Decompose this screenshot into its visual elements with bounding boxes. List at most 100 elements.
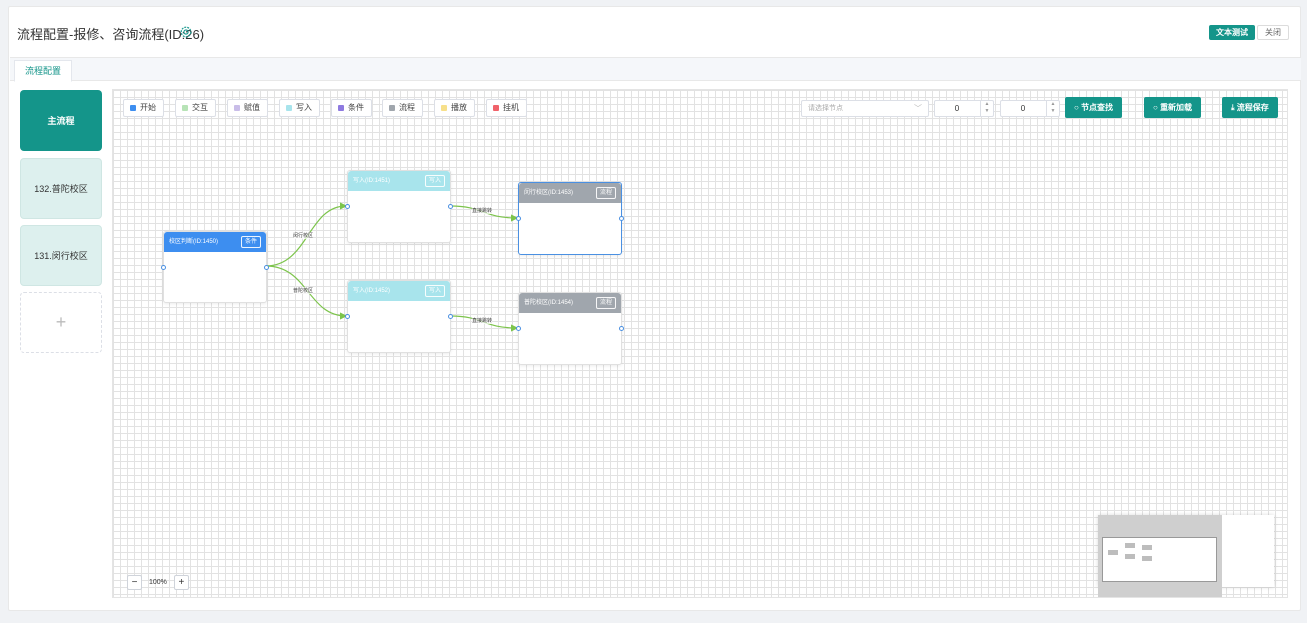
minimap-node: [1125, 554, 1135, 559]
legend-start[interactable]: 开始: [123, 99, 164, 117]
node-type-tag: 写入: [424, 175, 445, 187]
edge-label-direct-jump: 直接跳转: [472, 317, 493, 324]
legend-condition[interactable]: 条件: [331, 99, 372, 117]
process-swatch-icon: [389, 105, 395, 111]
input-port[interactable]: [516, 326, 521, 331]
flow-canvas[interactable]: 开始 交互 赋值 写入 条件 流程 播放 挂机 请选择节点 ﹀ 0 ▲ ▼ 0 ▲…: [112, 89, 1288, 598]
zoom-level: 100%: [149, 578, 167, 586]
tab-flow-config[interactable]: 流程配置: [14, 60, 73, 82]
save-flow-button[interactable]: ⤓ 流程保存: [1222, 97, 1278, 118]
flow-node-minhang-campus[interactable]: 闵行校区(ID:1453) 流程: [516, 182, 624, 255]
legend-hangup[interactable]: 挂机: [486, 99, 527, 117]
minimap-viewport[interactable]: [1098, 515, 1222, 597]
node-header: 校区判断(ID:1450) 条件: [164, 232, 266, 252]
node-select-placeholder: 请选择节点: [808, 105, 843, 112]
input-port[interactable]: [345, 204, 350, 209]
start-swatch-icon: [130, 105, 136, 111]
x-coordinate-input[interactable]: 0 ▲ ▼: [934, 100, 994, 117]
save-flow-label: 流程保存: [1236, 103, 1269, 112]
edge-label-minhang: 闵行校区: [293, 232, 314, 239]
page-header: 流程配置-报修、咨询流程(ID:26) 文本测试 关闭: [9, 7, 1300, 59]
y-value: 0: [1020, 104, 1026, 113]
flow-node-campus-condition[interactable]: 校区判断(ID:1450) 条件: [161, 231, 269, 303]
flow-node-putuo-campus[interactable]: 普陀校区(ID:1454) 流程: [516, 292, 624, 365]
legend-label: 交互: [192, 103, 208, 112]
node-title: 闵行校区(ID:1453): [524, 190, 574, 196]
hangup-swatch-icon: [493, 105, 499, 111]
output-port[interactable]: [619, 216, 624, 221]
legend-label: 写入: [296, 103, 312, 112]
edge-label-putuo: 普陀校区: [293, 287, 314, 294]
output-port[interactable]: [448, 314, 453, 319]
stepper-icon[interactable]: ▲ ▼: [980, 101, 993, 116]
reload-label: 重新加载: [1160, 103, 1193, 112]
stepper-icon[interactable]: ▲ ▼: [1046, 101, 1059, 116]
text-test-button[interactable]: 文本测试: [1209, 25, 1255, 40]
legend-interact[interactable]: 交互: [175, 99, 216, 117]
add-flow-button[interactable]: +: [20, 292, 102, 353]
play-swatch-icon: [441, 105, 447, 111]
find-node-button[interactable]: ○ 节点查找: [1065, 97, 1123, 118]
sidebar-item-main-flow[interactable]: 主流程: [20, 90, 102, 151]
sidebar-item-minhang[interactable]: 131.闵行校区: [20, 225, 102, 286]
chevron-down-icon: ﹀: [914, 104, 922, 113]
legend-play[interactable]: 播放: [434, 99, 475, 117]
flow-node-write-1451[interactable]: 写入(ID:1451) 写入: [345, 170, 453, 243]
node-type-tag: 写入: [424, 285, 445, 297]
legend-process[interactable]: 流程: [382, 99, 423, 117]
node-title: 校区判断(ID:1450): [169, 239, 219, 245]
page-title: 流程配置-报修、咨询流程(ID:26): [17, 27, 205, 42]
minimap-node: [1125, 543, 1135, 548]
close-button[interactable]: 关闭: [1257, 25, 1289, 40]
legend-label: 开始: [140, 103, 156, 112]
input-port[interactable]: [345, 314, 350, 319]
legend-label: 赋值: [244, 103, 260, 112]
zoom-control: − 100% +: [127, 573, 189, 591]
condition-swatch-icon: [338, 105, 344, 111]
node-title: 写入(ID:1451): [353, 178, 391, 184]
flow-node-write-1452[interactable]: 写入(ID:1452) 写入: [345, 280, 453, 353]
node-type-tag: 流程: [595, 187, 616, 199]
x-value: 0: [954, 104, 960, 113]
edge-label-direct-jump: 直接跳转: [472, 207, 493, 214]
minimap[interactable]: [1098, 515, 1274, 597]
legend-label: 条件: [348, 103, 364, 112]
gear-icon[interactable]: [179, 25, 193, 39]
output-port[interactable]: [448, 204, 453, 209]
node-header: 闵行校区(ID:1453) 流程: [519, 183, 621, 203]
legend-label: 播放: [451, 103, 467, 112]
find-node-label: 节点查找: [1081, 103, 1114, 112]
assign-swatch-icon: [234, 105, 240, 111]
input-port[interactable]: [516, 216, 521, 221]
flow-config-panel: 流程配置-报修、咨询流程(ID:26) 文本测试 关闭 流程配置 主流程 132…: [8, 6, 1301, 611]
search-icon: ○: [1074, 103, 1082, 112]
y-coordinate-input[interactable]: 0 ▲ ▼: [1000, 100, 1060, 117]
interact-swatch-icon: [182, 105, 188, 111]
legend-label: 流程: [399, 103, 415, 112]
minimap-canvas: [1102, 537, 1217, 582]
node-header: 普陀校区(ID:1454) 流程: [519, 293, 621, 313]
node-type-tag: 条件: [240, 236, 261, 248]
input-port[interactable]: [161, 265, 166, 270]
tabs-bar: 流程配置: [10, 57, 1301, 82]
zoom-in-button[interactable]: +: [173, 574, 189, 590]
refresh-icon: ○: [1153, 103, 1161, 112]
minimap-node: [1142, 556, 1152, 561]
zoom-out-button[interactable]: −: [127, 574, 142, 590]
node-select[interactable]: 请选择节点 ﹀: [801, 100, 929, 117]
legend-write[interactable]: 写入: [279, 99, 320, 117]
output-port[interactable]: [619, 326, 624, 331]
legend-label: 挂机: [503, 103, 519, 112]
minimap-node: [1142, 545, 1152, 550]
node-type-tag: 流程: [595, 297, 616, 309]
canvas-toolbar: 开始 交互 赋值 写入 条件 流程 播放 挂机 请选择节点 ﹀ 0 ▲ ▼ 0 ▲…: [113, 90, 1287, 126]
reload-button[interactable]: ○ 重新加载: [1144, 97, 1202, 118]
output-port[interactable]: [264, 265, 269, 270]
node-title: 普陀校区(ID:1454): [524, 300, 574, 306]
legend-assign[interactable]: 赋值: [227, 99, 268, 117]
node-header: 写入(ID:1451) 写入: [348, 171, 450, 191]
node-header: 写入(ID:1452) 写入: [348, 281, 450, 301]
node-title: 写入(ID:1452): [353, 288, 391, 294]
sidebar-item-putuo[interactable]: 132.普陀校区: [20, 158, 102, 219]
minimap-node: [1108, 550, 1118, 555]
